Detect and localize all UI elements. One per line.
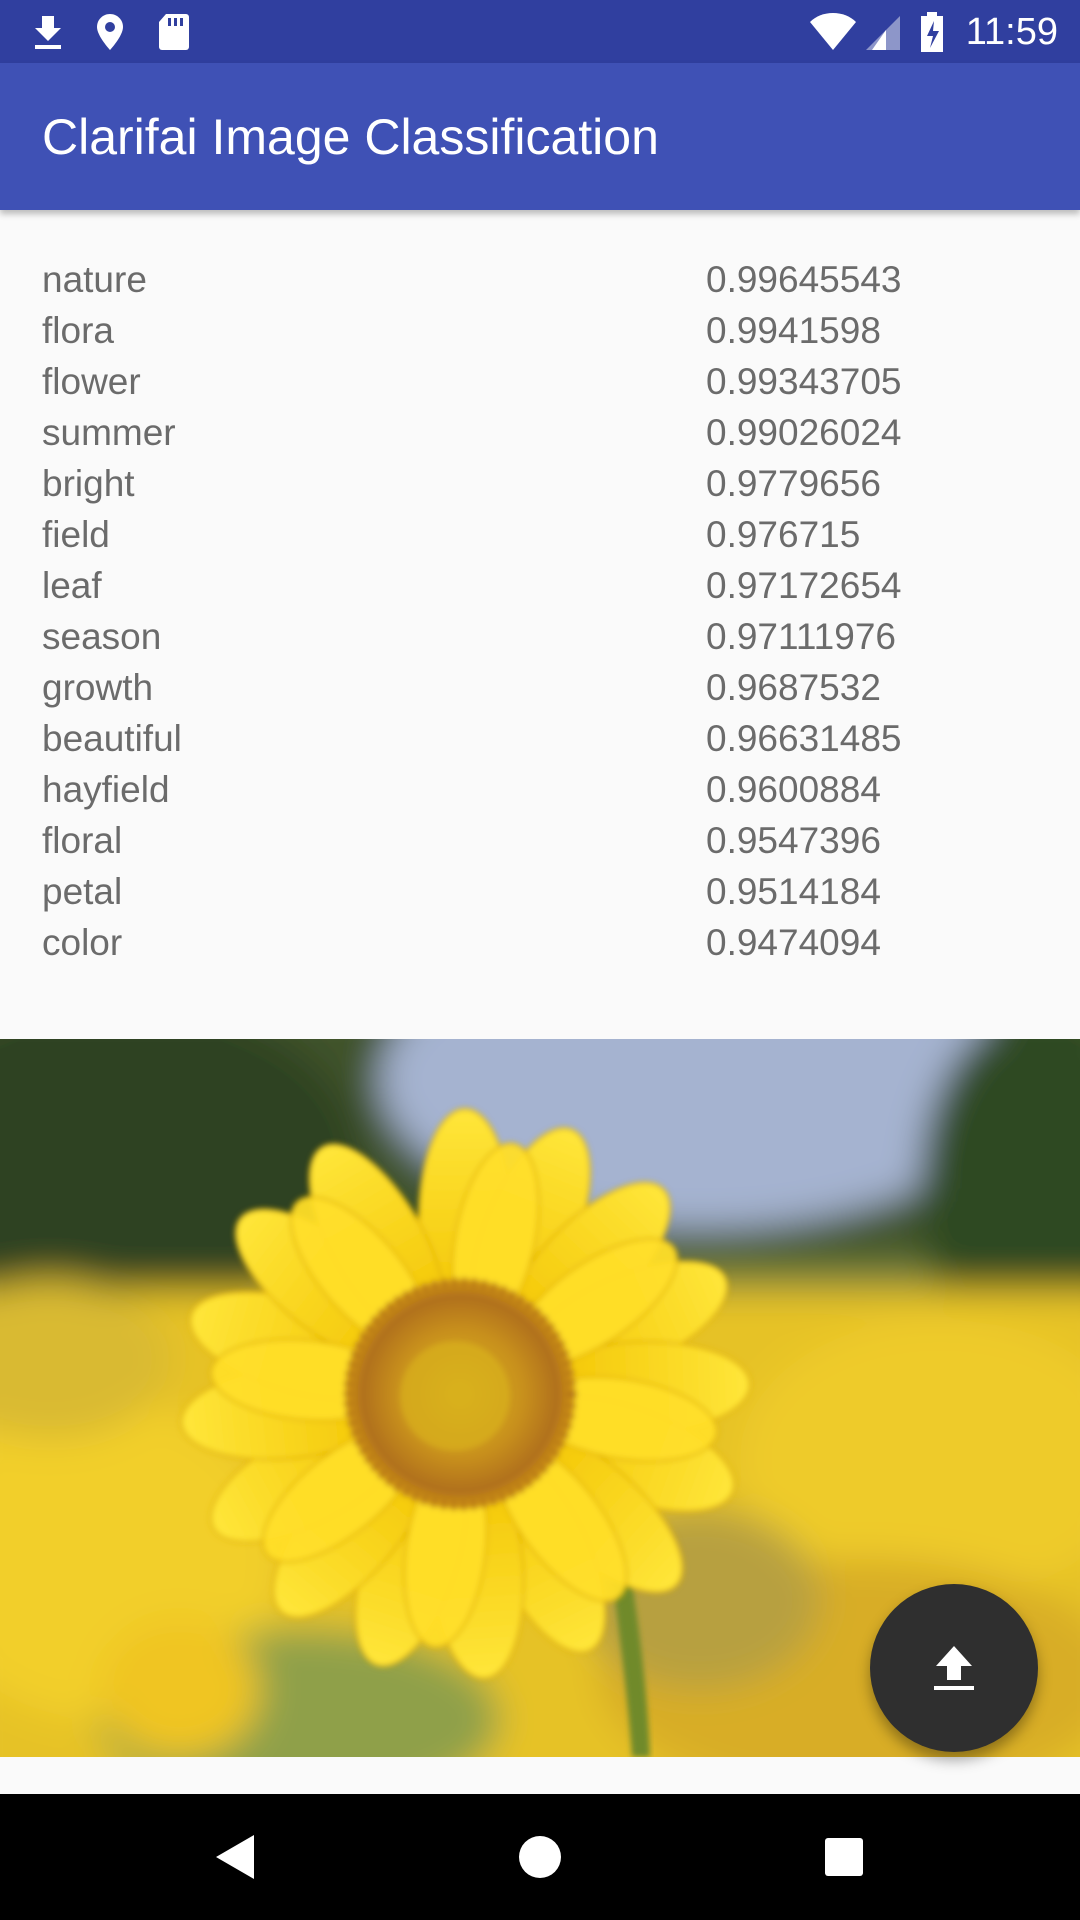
back-icon[interactable]	[206, 1827, 266, 1887]
results-list: nature 0.99645543 flora 0.9941598 flower…	[0, 254, 1080, 968]
concept-label: floral	[42, 820, 123, 861]
score-value: 0.9941598	[706, 310, 881, 351]
result-row: season 0.97111976	[0, 611, 1080, 662]
score-value: 0.97111976	[706, 616, 896, 657]
score-value: 0.99343705	[706, 361, 902, 402]
result-row: beautiful 0.96631485	[0, 713, 1080, 764]
concept-label: petal	[42, 871, 123, 912]
result-row: flower 0.99343705	[0, 356, 1080, 407]
concept-label: season	[42, 616, 162, 657]
concept-label: bright	[42, 463, 135, 504]
result-row: growth 0.9687532	[0, 662, 1080, 713]
concept-label: field	[42, 514, 110, 555]
app-bar: Clarifai Image Classification	[0, 63, 1080, 210]
app-title: Clarifai Image Classification	[42, 109, 659, 165]
status-time: 11:59	[965, 11, 1058, 53]
concept-label: flora	[42, 310, 114, 351]
concept-label: growth	[42, 667, 154, 708]
score-value: 0.97172654	[706, 565, 902, 606]
result-row: field 0.976715	[0, 509, 1080, 560]
score-value: 0.9600884	[706, 769, 881, 810]
result-row: petal 0.9514184	[0, 866, 1080, 917]
result-row: summer 0.99026024	[0, 407, 1080, 458]
recents-icon[interactable]	[814, 1827, 874, 1887]
concept-label: nature	[42, 259, 147, 300]
concept-label: beautiful	[42, 718, 182, 759]
score-value: 0.9547396	[706, 820, 881, 861]
signal-icon	[866, 16, 900, 50]
result-row: hayfield 0.9600884	[0, 764, 1080, 815]
status-bar: 11:59	[0, 0, 1080, 63]
upload-icon	[934, 1646, 974, 1690]
location-icon	[97, 14, 123, 50]
screen: 11:59 Clarifai Image Classification natu…	[0, 0, 1080, 1920]
home-icon[interactable]	[510, 1827, 570, 1887]
score-value: 0.976715	[706, 514, 861, 555]
concept-label: summer	[42, 412, 176, 453]
result-row: nature 0.99645543	[0, 254, 1080, 305]
wifi-icon	[810, 13, 856, 50]
sd-card-icon	[159, 14, 189, 50]
navigation-bar	[0, 1794, 1080, 1920]
concept-label: flower	[42, 361, 141, 402]
score-value: 0.9514184	[706, 871, 881, 912]
result-row: flora 0.9941598	[0, 305, 1080, 356]
concept-label: color	[42, 922, 123, 963]
upload-button[interactable]	[870, 1584, 1038, 1752]
result-row: bright 0.9779656	[0, 458, 1080, 509]
result-row: leaf 0.97172654	[0, 560, 1080, 611]
result-row: color 0.9474094	[0, 917, 1080, 968]
score-value: 0.99026024	[706, 412, 902, 453]
download-icon	[35, 16, 61, 49]
score-value: 0.9474094	[706, 922, 881, 963]
score-value: 0.9687532	[706, 667, 881, 708]
score-value: 0.99645543	[706, 259, 902, 300]
concept-label: leaf	[42, 565, 102, 606]
score-value: 0.9779656	[706, 463, 881, 504]
battery-charging-icon	[921, 12, 943, 52]
result-row: floral 0.9547396	[0, 815, 1080, 866]
score-value: 0.96631485	[706, 718, 902, 759]
concept-label: hayfield	[42, 769, 170, 810]
